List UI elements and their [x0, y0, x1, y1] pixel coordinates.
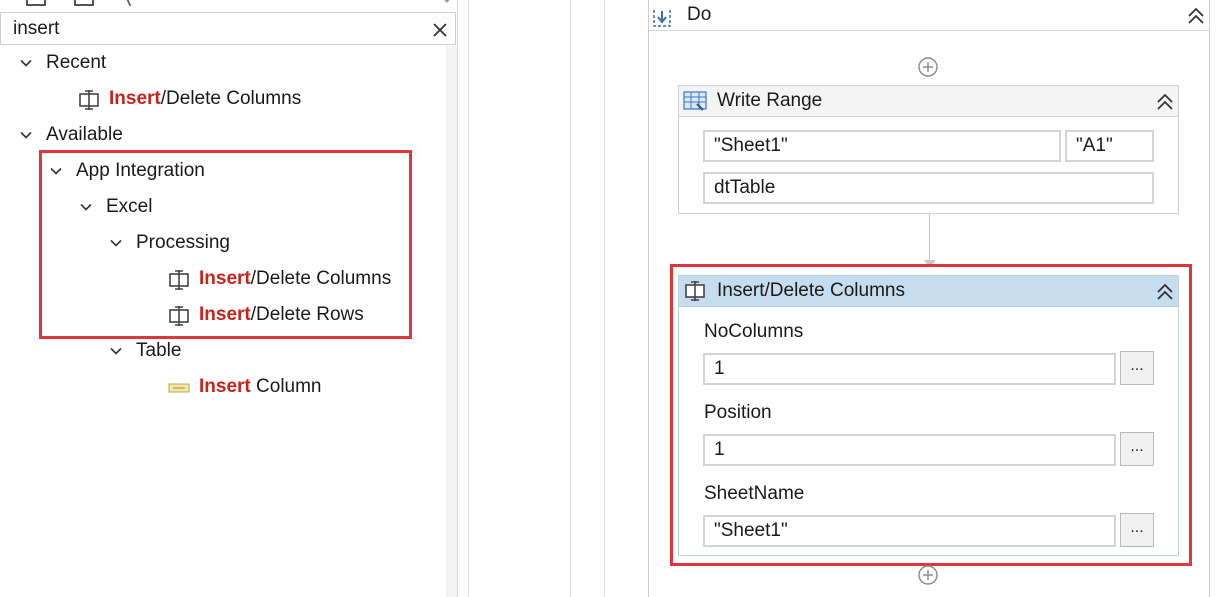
datatable-field[interactable] [703, 172, 1154, 204]
chevron-down-icon[interactable] [80, 201, 92, 213]
chevron-down-icon[interactable] [20, 57, 32, 69]
insert-delete-columns-title: Insert/Delete Columns [717, 280, 905, 301]
expand-all-icon[interactable] [26, 0, 46, 6]
insert-delete-columns-icon [169, 270, 189, 290]
activity-name-text: /Delete Columns [250, 268, 392, 289]
insert-delete-columns-header[interactable]: Insert/Delete Columns [679, 276, 1178, 307]
search-match-text: Insert [109, 88, 161, 109]
connector-line [929, 214, 930, 264]
tree-node-label: Table [136, 340, 182, 361]
vertical-scrollbar[interactable] [446, 46, 457, 597]
double-chevron-up-icon[interactable] [1154, 281, 1176, 303]
position-expression-button[interactable]: ... [1120, 432, 1154, 466]
position-field[interactable] [703, 434, 1116, 466]
tree-node-label: Excel [106, 196, 153, 217]
tree-node-label: Recent [46, 52, 107, 73]
search-input[interactable] [13, 17, 413, 41]
collapse-all-icon[interactable] [74, 0, 94, 6]
do-label: Do [687, 4, 712, 25]
chevron-down-icon[interactable] [50, 165, 62, 177]
double-chevron-up-icon[interactable] [1154, 91, 1176, 113]
insert-delete-rows-icon [169, 306, 189, 326]
insert-delete-columns-icon [685, 281, 705, 301]
start-cell-field[interactable] [1065, 130, 1154, 162]
filter-icon[interactable] [126, 0, 132, 6]
no-columns-field[interactable] [703, 353, 1116, 385]
activity-name-text: /Delete Rows [250, 304, 364, 325]
tree-node-label: Available [46, 124, 123, 145]
sequence-guide-line [604, 0, 605, 597]
close-icon[interactable] [429, 19, 451, 41]
search-match-text: Insert [199, 304, 251, 325]
activity-name-text: /Delete Columns [160, 88, 302, 109]
chevron-down-icon[interactable] [110, 345, 122, 357]
add-circle-icon[interactable] [917, 56, 939, 78]
sheet-name-field[interactable] [703, 515, 1116, 547]
activity-name-text: Column [250, 376, 322, 397]
activities-toolbar [0, 0, 458, 10]
sheet-name-label: SheetName [704, 483, 805, 504]
tree-node-label: App Integration [76, 160, 205, 181]
chevron-down-icon[interactable] [20, 129, 32, 141]
activity-search-box [0, 12, 456, 45]
connector-arrow-icon [924, 260, 936, 268]
write-range-activity[interactable]: Write Range [678, 85, 1179, 214]
chevron-down-icon[interactable] [110, 237, 122, 249]
scroll-up-arrow-icon[interactable] [442, 0, 452, 3]
search-match-text: Insert [199, 376, 251, 397]
add-circle-icon[interactable] [917, 564, 939, 586]
tree-node-label: Processing [136, 232, 230, 253]
do-header[interactable]: Do [649, 0, 1209, 31]
insert-column-icon [168, 383, 190, 393]
write-range-icon [683, 91, 707, 111]
sheet-name-field[interactable] [703, 130, 1061, 162]
insert-delete-columns-icon [79, 90, 99, 110]
insert-delete-columns-activity[interactable]: Insert/Delete Columns NoColumns ... Posi… [678, 275, 1179, 556]
search-match-text: Insert [199, 268, 251, 289]
activities-panel: Recent Insert/Delete Columns Available A… [0, 0, 458, 597]
no-columns-expression-button[interactable]: ... [1120, 351, 1154, 385]
no-columns-label: NoColumns [704, 321, 804, 342]
double-chevron-up-icon[interactable] [1185, 5, 1207, 27]
sequence-guide-line [570, 0, 571, 597]
write-range-title: Write Range [717, 90, 823, 111]
do-sequence-icon [653, 10, 671, 27]
sheet-name-expression-button[interactable]: ... [1120, 513, 1154, 547]
write-range-header[interactable]: Write Range [679, 86, 1178, 117]
position-label: Position [704, 402, 772, 423]
